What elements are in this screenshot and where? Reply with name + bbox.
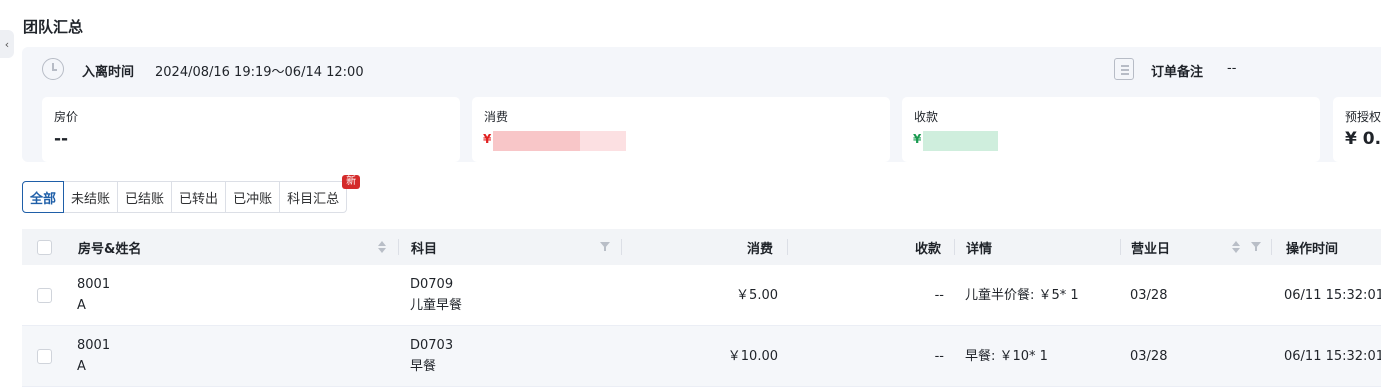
payment-amount: -- [934,349,944,364]
consumption-value-redacted [493,131,580,151]
new-badge: 新 [342,175,361,189]
guest-name: A [77,359,86,374]
stay-info-row: 入离时间 2024/08/16 19:19～06/14 12:00 订单备注 -… [22,47,1381,91]
column-header-business-day[interactable]: 营业日 [1131,229,1170,265]
subject-name: 早餐 [410,359,437,374]
business-day: 03/28 [1130,349,1168,364]
room-number: 8001 [77,277,111,292]
subject-code: D0709 [410,277,454,292]
row-checkbox[interactable] [37,288,52,303]
consumption-currency: ¥ [483,132,492,146]
business-day: 03/28 [1130,288,1168,303]
column-divider [1120,239,1121,255]
consumption-value-redacted-tail [580,131,626,151]
filter-icon[interactable] [600,242,610,252]
order-note-label: 订单备注 [1151,65,1204,80]
column-header-detail: 详情 [966,241,993,257]
payment-value-redacted [923,131,998,151]
preauth-value: ¥ 0.0 [1345,129,1381,149]
row-checkbox[interactable] [37,349,52,364]
status-tabs: 全部 未结账 已结账 已转出 已冲账 科目汇总 新 [22,175,361,213]
summary-panel: 入离时间 2024/08/16 19:19～06/14 12:00 订单备注 -… [22,47,1381,162]
guest-name: A [77,298,86,313]
tab-subject-summary[interactable]: 科目汇总 新 [280,175,361,213]
column-header-subject[interactable]: 科目 [411,229,437,265]
column-header-op-time: 操作时间 [1286,241,1339,257]
column-divider [398,239,399,255]
detail-text: 儿童半价餐: ￥5* 1 [965,288,1079,303]
tab-unsettled[interactable]: 未结账 [64,181,119,213]
chevron-left-icon: ‹ [4,37,10,51]
payment-label: 收款 [914,110,939,124]
select-all-checkbox[interactable] [37,240,52,255]
operation-time: 06/11 15:32:01 [1284,349,1381,364]
subject-code: D0703 [410,338,454,353]
tab-reversed[interactable]: 已冲账 [226,181,281,213]
tab-settled[interactable]: 已结账 [118,181,173,213]
column-header-payment: 收款 [915,241,942,257]
room-price-label: 房价 [54,110,79,124]
payment-amount: -- [934,288,944,303]
consumption-amount: ￥5.00 [736,288,778,303]
operation-time: 06/11 15:32:01 [1284,288,1381,303]
table-header: 房号&姓名 科目 消费 收款 详情 营业日 操作时间 [22,229,1381,265]
table-row[interactable]: 8001 A D0709 儿童早餐 ￥5.00 -- 儿童半价餐: ￥5* 1 … [22,265,1381,326]
subject-name: 儿童早餐 [410,298,463,313]
page-title: 团队汇总 [23,18,84,36]
table-row[interactable]: 8001 A D0703 早餐 ￥10.00 -- 早餐: ￥10* 1 03/… [22,326,1381,387]
order-note-value: -- [1227,61,1237,76]
preauth-card: 预授权 ¥ 0.0 [1333,97,1381,162]
payment-card: 收款 ¥ [902,97,1320,162]
note-icon [1114,58,1134,80]
payment-currency: ¥ [913,132,922,146]
transactions-table: 房号&姓名 科目 消费 收款 详情 营业日 操作时间 8001 A D0709 … [22,229,1381,387]
filter-icon[interactable] [1251,242,1261,252]
tab-subject-summary-label: 科目汇总 [287,191,340,207]
column-header-consumption: 消费 [747,241,774,257]
sidebar-collapse-button[interactable]: ‹ [0,30,14,58]
sort-icon[interactable] [1232,241,1240,254]
column-header-room-name[interactable]: 房号&姓名 [78,229,141,265]
column-divider [787,239,788,255]
stay-value: 2024/08/16 19:19～06/14 12:00 [155,65,364,80]
detail-text: 早餐: ￥10* 1 [965,349,1048,364]
preauth-label: 预授权 [1345,110,1381,124]
column-divider [954,239,955,255]
column-divider [1271,239,1272,255]
room-price-card: 房价 -- [42,97,460,162]
consumption-card: 消费 ¥ [472,97,890,162]
tab-transferred[interactable]: 已转出 [172,181,227,213]
room-price-value: -- [54,129,69,149]
consumption-amount: ￥10.00 [727,349,778,364]
column-divider [621,239,622,255]
tab-all[interactable]: 全部 [22,181,65,213]
consumption-label: 消费 [484,110,509,124]
sort-icon[interactable] [378,241,386,254]
clock-icon [42,58,64,80]
stay-label: 入离时间 [82,65,135,80]
room-number: 8001 [77,338,111,353]
